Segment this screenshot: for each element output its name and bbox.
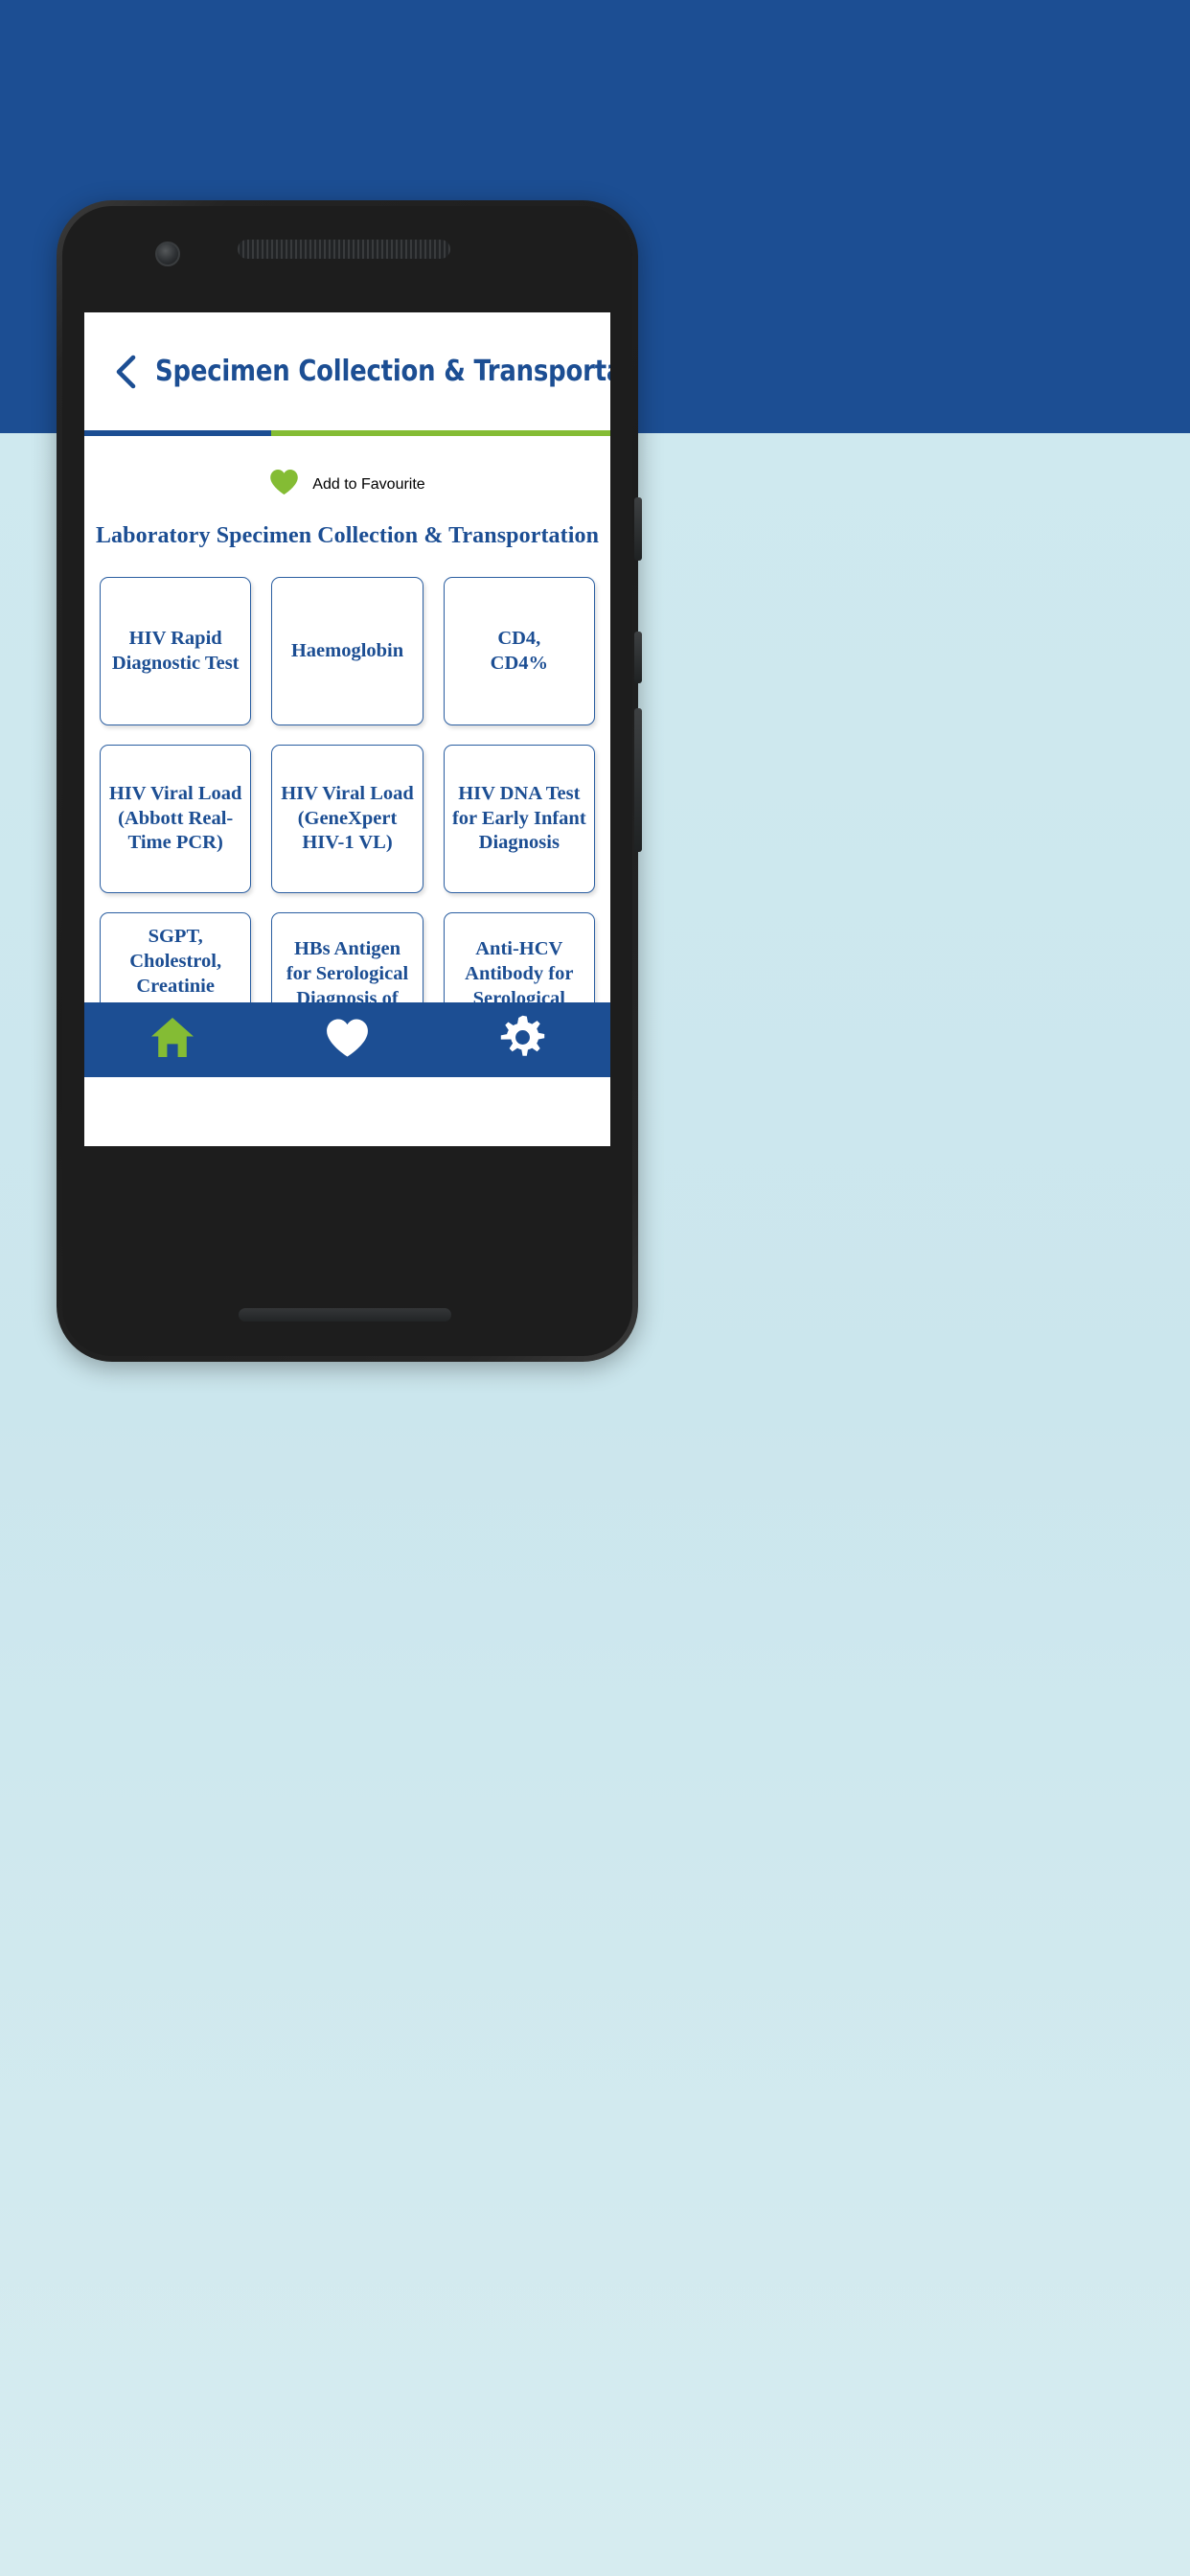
test-card-label: HIV DNA Test for Early Infant Diagnosis <box>451 782 586 854</box>
earpiece-speaker <box>238 240 450 259</box>
test-card-label: HIV Viral Load (GeneXpert HIV-1 VL) <box>281 782 414 854</box>
test-card-label: Haemoglobin <box>290 639 404 661</box>
power-button[interactable] <box>634 708 642 852</box>
front-camera-icon <box>155 242 180 266</box>
test-card-label: HIV Rapid Diagnostic Test <box>111 627 240 674</box>
volume-down-button[interactable] <box>634 632 642 683</box>
app-header: Specimen Collection & Transportation <box>84 312 610 430</box>
gear-icon <box>500 1015 545 1065</box>
bottom-speaker <box>239 1308 451 1322</box>
heart-icon <box>325 1018 370 1063</box>
page-title: Specimen Collection & Transportation <box>155 355 610 388</box>
phone-device-frame: Specimen Collection & Transportation Add… <box>57 200 642 1362</box>
app-screen: Specimen Collection & Transportation Add… <box>84 312 610 1146</box>
test-card-label: HIV Viral Load (Abbott Real- Time PCR) <box>108 782 242 854</box>
test-card[interactable]: HIV Rapid Diagnostic Test <box>100 577 252 725</box>
section-title: Laboratory Specimen Collection & Transpo… <box>95 523 600 548</box>
chevron-left-icon <box>113 354 138 390</box>
volume-up-button[interactable] <box>634 497 642 561</box>
test-card-label: CD4, CD4% <box>490 627 548 674</box>
add-to-favourite-label: Add to Favourite <box>312 475 425 493</box>
test-card[interactable]: Haemoglobin <box>271 577 423 725</box>
test-card[interactable]: HIV Viral Load (Abbott Real- Time PCR) <box>100 745 252 893</box>
add-to-favourite-button[interactable]: Add to Favourite <box>84 436 610 504</box>
nav-item-home[interactable] <box>84 1002 260 1077</box>
nav-item-settings[interactable] <box>435 1002 610 1077</box>
test-card[interactable]: HIV DNA Test for Early Infant Diagnosis <box>443 745 595 893</box>
test-card[interactable]: CD4, CD4% <box>443 577 595 725</box>
test-card-grid: HIV Rapid Diagnostic Test Haemoglobin CD… <box>84 549 610 1077</box>
content-scroll-area[interactable]: Add to Favourite Laboratory Specimen Col… <box>84 436 610 1077</box>
nav-item-favourites[interactable] <box>260 1002 435 1077</box>
back-button[interactable] <box>109 351 142 393</box>
test-card[interactable]: HIV Viral Load (GeneXpert HIV-1 VL) <box>271 745 423 893</box>
bottom-navigation-bar <box>84 1002 610 1077</box>
home-icon <box>149 1016 195 1064</box>
heart-icon <box>269 469 299 500</box>
